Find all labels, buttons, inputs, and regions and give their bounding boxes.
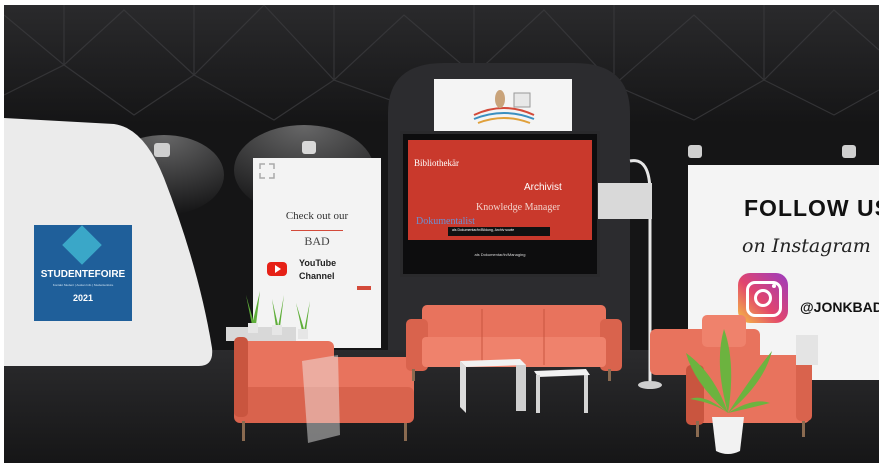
spotlight-lamp xyxy=(688,145,702,158)
slide-word-knowledge-manager: Knowledge Manager xyxy=(476,202,561,213)
youtube-board-line1: Check out our xyxy=(285,210,349,222)
footer-mark xyxy=(357,286,371,290)
slide-word-dokumentalist: Dokumentalist xyxy=(416,216,475,227)
studentenfoire-logo-panel: STUDENTEFOIRE Kontakt Student | Auslan I… xyxy=(34,225,132,321)
large-potted-plant xyxy=(686,329,772,454)
divider xyxy=(291,230,343,231)
presentation-screen[interactable]: Bibliothekär Archivist Knowledge Manager… xyxy=(400,131,600,277)
instagram-board-title: FOLLOW US xyxy=(744,195,879,221)
spotlight-lamp xyxy=(842,145,856,158)
banner-year: 2021 xyxy=(72,293,94,303)
screen-slide: Bibliothekär Archivist Knowledge Manager… xyxy=(408,140,592,240)
coffee-tables xyxy=(460,359,590,413)
expand-icon[interactable] xyxy=(259,163,275,179)
slide-word-bibliothekar: Bibliothekär xyxy=(414,158,459,168)
youtube-board-brand: BAD xyxy=(304,234,330,248)
virtual-booth-scene: STUDENTEFOIRE Kontakt Student | Auslan I… xyxy=(4,5,879,463)
banner-name: STUDENTEFOIRE xyxy=(40,269,126,280)
left-sofa xyxy=(234,337,414,443)
logo-sign xyxy=(434,79,572,131)
youtube-board-line2: YouTube xyxy=(299,258,337,268)
slide-caption-2: als Dokumentar/in/Managing xyxy=(474,252,526,257)
book-logo-icon xyxy=(473,90,535,124)
instagram-board-subtitle: on Instagram xyxy=(742,235,871,257)
banner-tagline: Kontakt Student | Auslan Info | Studente… xyxy=(52,283,114,287)
diamond-logo-icon xyxy=(62,225,102,265)
youtube-icon[interactable] xyxy=(267,262,287,276)
slide-caption-1: als Dokumentar/in/Bildung, Archiv sowie xyxy=(452,228,515,232)
youtube-board-line3: Channel xyxy=(299,271,335,281)
slide-word-archivist: Archivist xyxy=(524,182,562,193)
spotlight-lamp xyxy=(302,141,316,154)
slide-subtitle-bar: als Dokumentar/in/Bildung, Archiv sowie xyxy=(448,227,550,236)
